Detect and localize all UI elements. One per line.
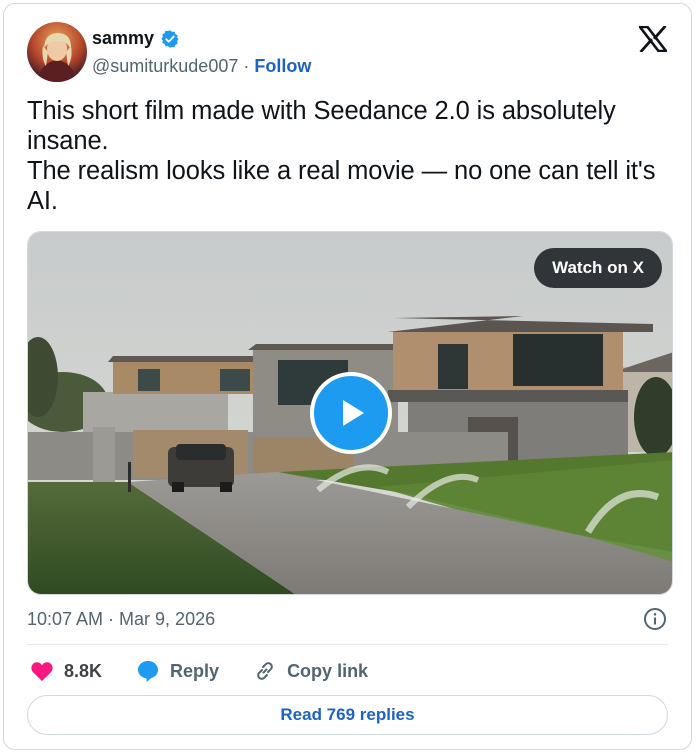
reply-label: Reply	[170, 660, 220, 681]
follow-button[interactable]: Follow	[254, 56, 311, 76]
tweet-line: This short film made with Seedance 2.0 i…	[27, 97, 616, 125]
reply-bubble-icon	[138, 661, 159, 682]
like-button[interactable]: 8.8K	[30, 660, 102, 682]
tweet-timestamp[interactable]: 10:07 AM · Mar 9, 2026	[27, 609, 215, 630]
tweet-line: insane.	[27, 127, 109, 155]
video-media[interactable]: Watch on X	[27, 231, 673, 595]
copy-link-button[interactable]: Copy link	[253, 659, 368, 683]
x-logo-icon[interactable]	[637, 25, 669, 53]
read-replies-button[interactable]: Read 769 replies	[27, 695, 668, 735]
reply-button[interactable]: Reply	[136, 659, 219, 683]
author-handle[interactable]: @sumiturkude007	[92, 56, 238, 76]
like-count: 8.8K	[64, 660, 103, 681]
tweet-card: sammy @sumiturkude007 · Follow This shor…	[3, 3, 692, 750]
author-handle-row: @sumiturkude007 · Follow	[92, 56, 311, 77]
heart-icon	[31, 662, 53, 681]
author-display-name[interactable]: sammy	[92, 28, 154, 49]
tweet-line: AI.	[27, 187, 58, 215]
tweet-line: The realism looks like a real movie — no…	[27, 157, 656, 185]
author-name-row: sammy	[92, 28, 180, 49]
play-button[interactable]	[310, 372, 392, 454]
divider	[27, 644, 668, 645]
copy-link-label: Copy link	[287, 660, 369, 681]
watch-on-x-button[interactable]: Watch on X	[534, 248, 662, 288]
tweet-text: This short film made with Seedance 2.0 i…	[27, 96, 667, 216]
action-bar: 8.8K Reply Copy link	[30, 656, 402, 686]
handle-separator: ·	[243, 56, 250, 76]
verified-badge-icon	[160, 29, 180, 49]
link-icon	[257, 662, 273, 680]
avatar[interactable]	[27, 22, 87, 82]
info-icon[interactable]	[643, 607, 667, 631]
play-icon	[343, 400, 364, 426]
